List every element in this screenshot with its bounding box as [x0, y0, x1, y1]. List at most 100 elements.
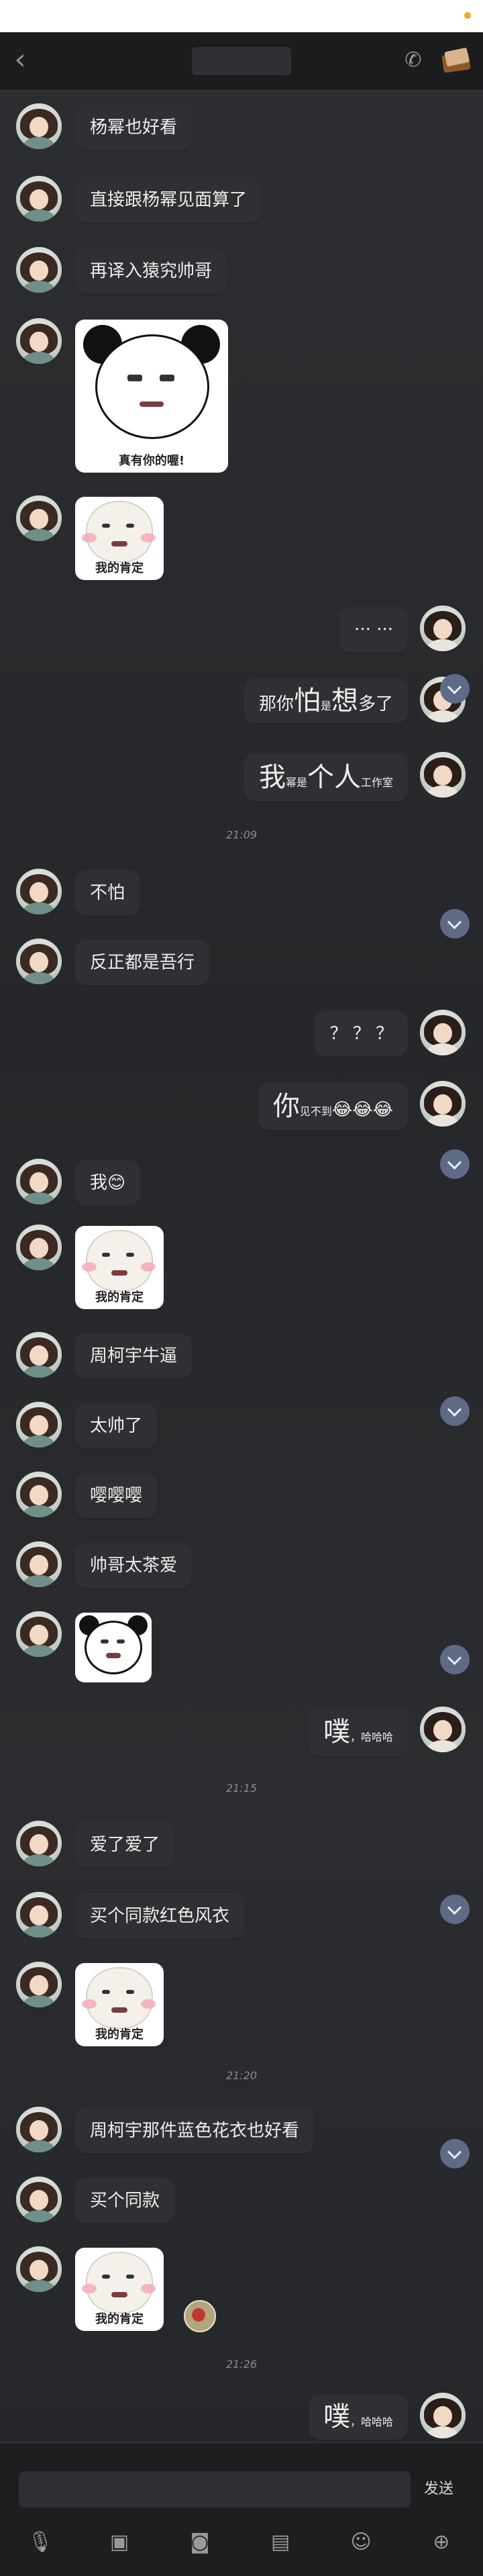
message-row: 那你怕是想多了 — [0, 674, 483, 728]
emoji-icon[interactable]: ☺ — [346, 2528, 376, 2557]
phone-icon[interactable]: ✆ — [400, 47, 427, 74]
plus-icon[interactable]: ⊕ — [427, 2528, 456, 2557]
scroll-down-button[interactable] — [440, 1396, 470, 1426]
avatar[interactable] — [16, 1892, 62, 1938]
avatar[interactable] — [16, 869, 62, 914]
message-bubble[interactable]: 我幂是个人工作室 — [244, 753, 408, 802]
meme-sticker[interactable]: 我的肯定 — [75, 497, 164, 580]
message-bubble[interactable]: 噗，哈哈哈 — [308, 2394, 408, 2440]
avatar[interactable] — [16, 2177, 62, 2222]
chevron-left-icon[interactable]: ‹ — [7, 43, 34, 77]
message-row: 帅哥太茶爱 — [0, 1539, 483, 1592]
message-bubble[interactable]: ··· ··· — [339, 607, 408, 653]
meme-sticker[interactable]: 我的肯定 — [75, 2248, 164, 2331]
meme-sticker[interactable]: 我的肯定 — [75, 1963, 164, 2046]
message-bubble[interactable]: 反正都是吾行 — [75, 940, 210, 986]
scroll-down-button[interactable] — [440, 909, 470, 939]
message-row: 杨幂也好看 — [0, 101, 483, 154]
message-row: 再译入猿究帅哥 — [0, 244, 483, 298]
message-bubble[interactable]: 买个同款红色风衣 — [75, 1893, 245, 1939]
wallet-icon[interactable]: ▤ — [266, 2528, 295, 2557]
message-bubble[interactable]: 我😊 — [75, 1160, 141, 1206]
avatar-self[interactable] — [420, 606, 466, 651]
message-row: ··· ··· — [0, 603, 483, 657]
send-button[interactable]: 发送 — [412, 2471, 466, 2508]
avatar[interactable] — [16, 495, 62, 541]
avatar[interactable] — [16, 1402, 62, 1447]
avatar[interactable] — [16, 2107, 62, 2152]
sticker-blush — [82, 533, 97, 542]
message-text: 你 — [272, 1091, 300, 1122]
message-text: 那你 — [258, 694, 294, 714]
avatar[interactable] — [16, 1962, 62, 2007]
message-bubble[interactable]: 嘤嘤嘤 — [75, 1473, 158, 1519]
avatar[interactable] — [16, 1159, 62, 1204]
avatar-self[interactable] — [420, 1707, 466, 1752]
message-row: 爱了爱了 — [0, 1818, 483, 1872]
scroll-down-button[interactable] — [440, 1895, 470, 1924]
message-bubble[interactable]: 不怕 — [75, 870, 140, 916]
image-icon[interactable]: ▣ — [105, 2528, 134, 2557]
message-bubble[interactable]: 再译入猿究帅哥 — [75, 248, 227, 294]
photo-album-icon[interactable] — [439, 46, 474, 77]
avatar[interactable] — [16, 176, 62, 222]
avatar-self[interactable] — [420, 1010, 466, 1055]
message-row: 买个同款 — [0, 2174, 483, 2228]
message-bubble[interactable]: 你见不到😂😂😂 — [258, 1082, 408, 1131]
avatar[interactable] — [16, 1332, 62, 1378]
meme-sticker[interactable]: 我的肯定 — [75, 1226, 164, 1309]
avatar[interactable] — [16, 103, 62, 149]
message-bubble[interactable]: 爱了爱了 — [75, 1822, 175, 1868]
panda-sticker[interactable] — [75, 1613, 152, 1682]
message-row: 反正都是吾行 — [0, 936, 483, 990]
avatar[interactable] — [16, 247, 62, 293]
message-text: 见不到 — [299, 1105, 332, 1118]
avatar-self[interactable] — [420, 752, 466, 798]
message-emoji: 😂😂😂 — [331, 1100, 393, 1120]
avatar[interactable] — [16, 1611, 62, 1657]
message-row: 你见不到😂😂😂 — [0, 1077, 483, 1179]
reaction-emoji-icon[interactable] — [184, 2300, 216, 2332]
message-bubble[interactable]: 周柯宇牛逼 — [75, 1333, 193, 1379]
message-text: 工作室 — [360, 776, 393, 789]
message-row: 我幂是个人工作室 — [0, 748, 483, 804]
message-bubble[interactable]: 买个同款 — [75, 2178, 175, 2224]
avatar-self[interactable] — [420, 2393, 466, 2438]
message-input[interactable] — [19, 2471, 411, 2508]
sticker-eye — [126, 2275, 134, 2279]
scroll-down-button[interactable] — [440, 2139, 470, 2168]
avatar[interactable] — [16, 1472, 62, 1517]
microphone-icon[interactable]: 🎙 — [25, 2528, 55, 2557]
sticker-caption: 我的肯定 — [95, 561, 144, 575]
sticker-face — [86, 501, 153, 563]
sticker-mouth — [111, 2292, 127, 2297]
camera-icon[interactable]: ◙ — [185, 2528, 215, 2557]
message-bubble[interactable]: 杨幂也好看 — [75, 105, 193, 150]
sticker-blush — [141, 1999, 156, 2009]
message-bubble[interactable]: 那你怕是想多了 — [244, 678, 408, 724]
sticker-eye — [102, 1253, 110, 1257]
message-emoji: 😊 — [107, 1173, 126, 1193]
avatar-self[interactable] — [420, 1081, 466, 1127]
message-bubble[interactable]: 噗，哈哈哈 — [308, 1708, 408, 1756]
avatar[interactable] — [16, 1225, 62, 1270]
message-bubble[interactable]: 周柯宇那件蓝色花衣也好看 — [75, 2108, 315, 2154]
avatar[interactable] — [16, 1821, 62, 1866]
sticker-eye — [160, 375, 174, 381]
message-bubble[interactable]: 直接跟杨幂见面算了 — [75, 177, 262, 223]
scroll-down-button[interactable] — [440, 1645, 470, 1674]
scroll-down-button[interactable] — [440, 674, 470, 704]
avatar[interactable] — [16, 318, 62, 364]
sticker-caption: 我的肯定 — [95, 1290, 144, 1304]
avatar[interactable] — [16, 2246, 62, 2292]
message-bubble[interactable]: 帅哥太茶爱 — [75, 1543, 193, 1588]
message-row: 嘤嘤嘤 — [0, 1469, 483, 1523]
notification-dot-icon — [464, 12, 471, 19]
message-bubble[interactable]: ？ ？ ？ — [315, 1011, 408, 1057]
avatar[interactable] — [16, 1541, 62, 1587]
sticker-blush — [141, 533, 156, 542]
avatar[interactable] — [16, 939, 62, 984]
timestamp: 21:15 — [225, 1782, 258, 1795]
message-bubble[interactable]: 太帅了 — [75, 1403, 158, 1449]
panda-sticker[interactable]: 真有你的喔! — [75, 320, 228, 473]
